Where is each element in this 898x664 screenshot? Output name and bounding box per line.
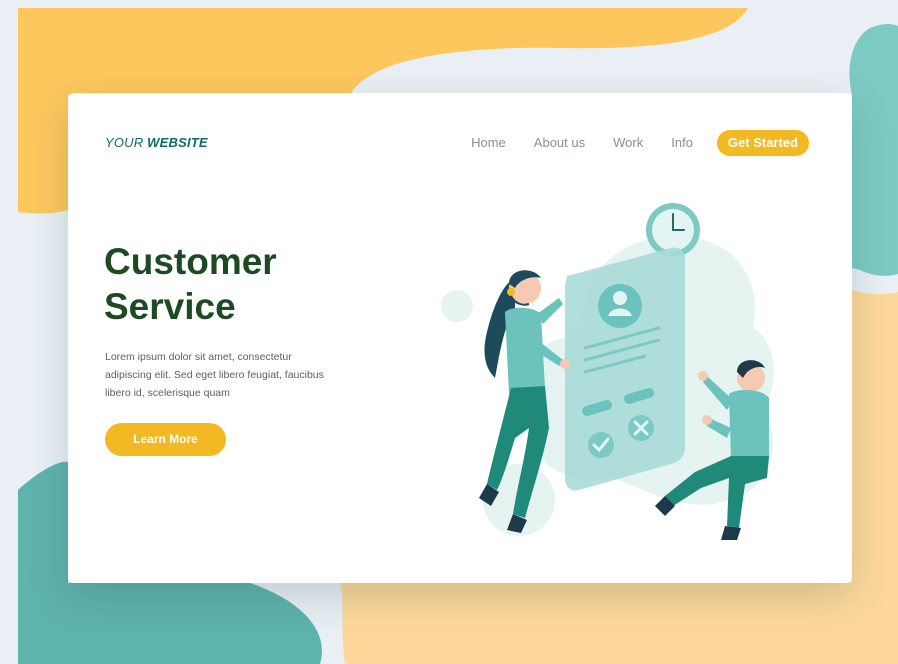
close-icon <box>628 415 654 441</box>
hero-description: Lorem ipsum dolor sit amet, consectetur … <box>105 351 324 399</box>
logo-prefix: YOUR <box>105 135 144 150</box>
profile-avatar-icon <box>598 284 642 328</box>
main-nav: Home About us Work Info Get Started <box>471 130 809 156</box>
logo-bold: WEBSITE <box>147 135 208 150</box>
page-title: Customer Service <box>104 239 277 329</box>
nav-work[interactable]: Work <box>613 130 643 156</box>
title-line-2: Service <box>104 286 236 327</box>
site-logo[interactable]: YOUR WEBSITE <box>105 135 208 150</box>
nav-about-us[interactable]: About us <box>534 130 585 156</box>
get-started-button[interactable]: Get Started <box>716 130 809 156</box>
document-panel <box>565 247 685 491</box>
title-line-1: Customer <box>104 241 277 282</box>
nav-info[interactable]: Info <box>671 130 693 156</box>
customer-service-illustration <box>441 203 774 540</box>
nav-home[interactable]: Home <box>471 130 506 156</box>
landing-page: YOUR WEBSITE Home About us Work Info Get… <box>0 0 898 664</box>
learn-more-button[interactable]: Learn More <box>105 423 226 456</box>
hero-card: YOUR WEBSITE Home About us Work Info Get… <box>68 93 852 583</box>
check-icon <box>588 432 614 458</box>
